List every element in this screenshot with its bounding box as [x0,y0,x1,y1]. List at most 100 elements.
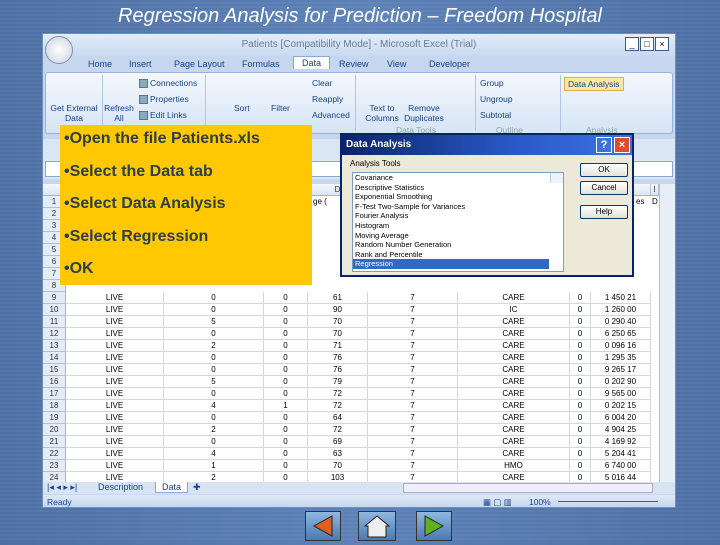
vertical-scrollbar[interactable] [659,184,675,482]
table-cell[interactable]: 7 [368,316,458,328]
table-cell[interactable]: 0 [264,436,308,448]
table-cell[interactable]: 7 [368,364,458,376]
table-cell[interactable]: CARE [458,352,570,364]
row-header[interactable]: 21 [43,436,66,448]
previous-slide-button[interactable] [305,511,341,541]
table-cell[interactable]: 2 [164,340,264,352]
horizontal-scrollbar[interactable] [403,483,653,493]
table-cell[interactable]: 0 [164,388,264,400]
table-cell[interactable]: 61 [308,292,368,304]
table-cell[interactable]: 69 [308,436,368,448]
cancel-button[interactable]: Cancel [580,181,628,195]
analysis-tools-list[interactable]: Covariance Descriptive Statistics Exponent… [352,172,564,272]
table-cell[interactable]: 0 [570,364,591,376]
table-cell[interactable]: 4 169 92 [591,436,651,448]
close-icon[interactable]: × [614,137,630,153]
table-cell[interactable]: 63 [308,448,368,460]
zoom-slider[interactable] [558,501,658,502]
row-header[interactable]: 13 [43,340,66,352]
get-external-data-button[interactable]: Get External Data [48,103,100,123]
table-cell[interactable]: 2 [164,424,264,436]
table-cell[interactable]: 7 [368,340,458,352]
table-cell[interactable]: CARE [458,376,570,388]
table-cell[interactable]: LIVE [66,304,164,316]
table-cell[interactable]: 7 [368,292,458,304]
table-cell[interactable]: 1 260 00 [591,304,651,316]
row-header[interactable]: 10 [43,304,66,316]
list-scrollbar[interactable] [550,173,563,183]
table-cell[interactable]: 7 [368,436,458,448]
table-cell[interactable]: LIVE [66,424,164,436]
table-cell[interactable]: LIVE [66,412,164,424]
maximize-button[interactable]: □ [640,37,654,51]
table-cell[interactable]: 0 [264,376,308,388]
tab-review[interactable]: Review [339,59,369,69]
tab-formulas[interactable]: Formulas [242,59,280,69]
table-cell[interactable]: 1 [164,460,264,472]
ok-button[interactable]: OK [580,163,628,177]
table-cell[interactable]: 0 [264,448,308,460]
table-cell[interactable]: CARE [458,436,570,448]
table-cell[interactable]: 0 [570,292,591,304]
table-cell[interactable]: LIVE [66,460,164,472]
table-cell[interactable]: 0 [570,340,591,352]
table-cell[interactable]: 71 [308,340,368,352]
advanced-button[interactable]: Advanced [312,110,350,120]
table-cell[interactable]: 7 [368,460,458,472]
list-item[interactable]: Regression [353,259,549,269]
sheet-tab-data[interactable]: Data [155,482,189,493]
table-cell[interactable]: LIVE [66,316,164,328]
table-cell[interactable]: 5 [164,316,264,328]
table-cell[interactable]: 4 [164,448,264,460]
list-item[interactable]: Random Number Generation [355,240,563,250]
help-button[interactable]: Help [580,205,628,219]
table-cell[interactable]: 7 [368,424,458,436]
table-cell[interactable]: CARE [458,388,570,400]
table-cell[interactable]: LIVE [66,364,164,376]
table-cell[interactable]: CARE [458,424,570,436]
table-cell[interactable]: 0 [570,400,591,412]
table-cell[interactable]: 0 [570,412,591,424]
table-cell[interactable]: 0 [264,292,308,304]
table-cell[interactable]: CARE [458,316,570,328]
table-cell[interactable]: 0 [570,436,591,448]
sheet-tab-description[interactable]: Description [98,482,143,492]
table-cell[interactable]: 0 202 90 [591,376,651,388]
table-cell[interactable]: 0 [570,352,591,364]
table-cell[interactable]: 7 [368,328,458,340]
table-cell[interactable]: 0 [264,388,308,400]
zoom-level[interactable]: 100% [529,497,551,507]
table-cell[interactable]: 90 [308,304,368,316]
table-cell[interactable]: CARE [458,364,570,376]
table-cell[interactable]: 0 [570,460,591,472]
properties-button[interactable]: Properties [139,94,189,105]
row-header[interactable]: 16 [43,376,66,388]
row-header[interactable]: 9 [43,292,66,304]
table-cell[interactable]: 79 [308,376,368,388]
insert-sheet-icon[interactable]: ✚ [193,482,201,493]
tab-view[interactable]: View [387,59,406,69]
table-cell[interactable]: LIVE [66,400,164,412]
table-cell[interactable]: 0 [264,412,308,424]
refresh-all-button[interactable]: Refresh All [104,103,134,123]
table-cell[interactable]: 1 295 35 [591,352,651,364]
table-cell[interactable]: 7 [368,376,458,388]
subtotal-button[interactable]: Subtotal [480,110,511,120]
table-cell[interactable]: 0 [570,424,591,436]
table-cell[interactable]: 5 [164,376,264,388]
header-cell-partial[interactable]: D [652,196,658,208]
table-cell[interactable]: CARE [458,400,570,412]
list-item[interactable]: Exponential Smoothing [355,192,563,202]
edit-links-button[interactable]: Edit Links [139,110,187,121]
reapply-button[interactable]: Reapply [312,94,343,104]
table-cell[interactable]: 0 [264,340,308,352]
table-cell[interactable]: 7 [368,388,458,400]
table-cell[interactable]: 7 [368,352,458,364]
list-item[interactable]: Covariance [355,173,563,183]
table-cell[interactable]: IC [458,304,570,316]
table-cell[interactable]: 0 [264,364,308,376]
filter-button[interactable]: Filter [271,103,290,113]
ungroup-button[interactable]: Ungroup [480,94,513,104]
table-cell[interactable]: 0 [164,304,264,316]
table-cell[interactable]: 0 [164,436,264,448]
